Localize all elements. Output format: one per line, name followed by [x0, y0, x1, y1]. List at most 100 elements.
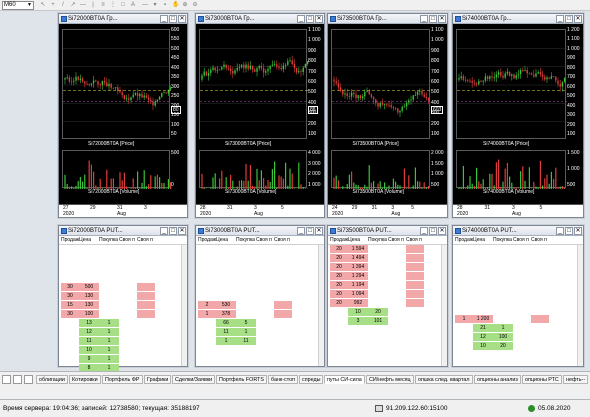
window-title-bar[interactable]: Si72000BT0A PUT... _□✕ — [59, 226, 187, 236]
maximize-button[interactable]: □ — [169, 15, 177, 23]
bid-price-cell[interactable]: 11 — [216, 328, 236, 336]
maximize-button[interactable]: □ — [429, 227, 437, 235]
pointer-icon[interactable]: ↖ — [40, 2, 46, 8]
ask-volume-cell[interactable]: 20 — [330, 272, 348, 280]
price-plot[interactable] — [456, 29, 566, 139]
column-header[interactable]: Цена — [79, 236, 91, 245]
volume-plot[interactable] — [456, 150, 566, 188]
vertical-scrollbar[interactable] — [181, 245, 187, 366]
tab-4[interactable]: Сделки/Заявки — [172, 375, 215, 384]
bid-volume-cell[interactable]: 20 — [368, 308, 388, 316]
maximize-button[interactable]: □ — [306, 15, 314, 23]
ask-volume-cell[interactable]: 15 — [61, 301, 79, 309]
window-title-bar[interactable]: Si73000BT0A PUT... _□✕ — [196, 226, 324, 236]
close-button[interactable]: ✕ — [315, 227, 323, 235]
minimize-button[interactable]: _ — [297, 227, 305, 235]
own-order-cell[interactable] — [406, 290, 424, 298]
line-style-icon[interactable]: — — [142, 2, 148, 8]
own-order-cell[interactable] — [406, 272, 424, 280]
tab-8[interactable]: путы СИ-сила — [324, 375, 365, 384]
own-order-cell[interactable] — [531, 315, 549, 323]
bid-volume-cell[interactable]: 20 — [493, 342, 513, 350]
ask-price-cell[interactable]: 530 — [216, 301, 236, 309]
column-header[interactable]: Цена — [473, 236, 485, 245]
column-header[interactable]: Своя п — [513, 236, 529, 245]
bid-volume-cell[interactable]: 11 — [236, 337, 256, 345]
bid-volume-cell[interactable]: 5 — [236, 319, 256, 327]
bid-price-cell[interactable]: 10 — [473, 342, 493, 350]
own-order-cell[interactable] — [406, 263, 424, 271]
ask-price-cell[interactable]: 130 — [79, 292, 99, 300]
column-header[interactable]: Покупка — [99, 236, 118, 245]
chart-body[interactable]: 1 1001 00090080070060050040030020010088S… — [196, 24, 324, 217]
timeframe-select[interactable]: M60▼ — [2, 1, 34, 10]
maximize-button[interactable]: □ — [565, 15, 573, 23]
bid-price-cell[interactable]: 3 — [348, 317, 368, 325]
ask-volume-cell[interactable]: 1 — [455, 315, 473, 323]
orderbook-rows[interactable]: 25301378665111111 — [196, 245, 324, 366]
bid-price-cell[interactable]: 66 — [216, 319, 236, 327]
ask-volume-cell[interactable]: 20 — [330, 263, 348, 271]
tab-6[interactable]: банк-стоп — [268, 375, 298, 384]
orderbook-window[interactable]: Si74000BT0A PUT... _□✕ ПродажЦенаПокупка… — [452, 225, 584, 367]
tab-5[interactable]: Портфель FORTS — [216, 375, 267, 384]
minimize-button[interactable]: _ — [556, 227, 564, 235]
bid-volume-cell[interactable]: 100 — [493, 333, 513, 341]
vertical-scrollbar[interactable] — [318, 245, 324, 366]
chart-body[interactable]: 1 1001 000900800700600500400300200100603… — [328, 24, 447, 217]
ask-price-cell[interactable]: 1 294 — [348, 272, 368, 280]
bid-volume-cell[interactable]: 1 — [493, 324, 513, 332]
maximize-button[interactable]: □ — [565, 227, 573, 235]
bid-volume-cell[interactable]: 101 — [368, 317, 388, 325]
tab-9[interactable]: СИ/нефть месяц — [366, 375, 414, 384]
close-button[interactable]: ✕ — [178, 227, 186, 235]
vertical-scrollbar[interactable] — [577, 245, 583, 366]
vertical-scrollbar[interactable] — [441, 245, 447, 366]
ask-price-cell[interactable]: 1 094 — [348, 290, 368, 298]
bid-price-cell[interactable]: 10 — [348, 308, 368, 316]
ask-volume-cell[interactable]: 30 — [61, 310, 79, 318]
orderbook-rows[interactable]: 11 200211121001020 — [453, 245, 583, 366]
column-header[interactable]: Продаж — [455, 236, 473, 245]
column-header[interactable]: Своя п — [274, 236, 290, 245]
own-order-cell[interactable] — [137, 292, 155, 300]
column-header[interactable]: Своя п — [256, 236, 272, 245]
own-order-cell[interactable] — [406, 254, 424, 262]
own-order-cell[interactable] — [274, 310, 292, 318]
orderbook-rows[interactable]: 201 594201 494201 394201 294201 194201 0… — [328, 245, 447, 366]
tab-13[interactable]: нефть-- — [563, 375, 588, 384]
own-order-cell[interactable] — [137, 310, 155, 318]
chart-window[interactable]: Si72000BT0A Гр... _□✕ 600550500450400350… — [58, 13, 188, 218]
own-order-cell[interactable] — [274, 301, 292, 309]
tab-1[interactable]: Котировки — [69, 375, 101, 384]
ask-volume-cell[interactable]: 20 — [330, 254, 348, 262]
close-button[interactable]: ✕ — [574, 227, 582, 235]
dropdown-icon[interactable]: ▾ — [152, 2, 158, 8]
chart-window[interactable]: Si73000BT0A Гр... _□✕ 1 1001 00090080070… — [195, 13, 325, 218]
ask-price-cell[interactable]: 1 194 — [348, 281, 368, 289]
bid-volume-cell[interactable]: 1 — [99, 355, 119, 363]
column-header[interactable]: Своя п — [119, 236, 135, 245]
line-tool-icon[interactable]: / — [60, 2, 66, 8]
bid-price-cell[interactable]: 11 — [79, 337, 99, 345]
column-header[interactable]: Своя п — [388, 236, 404, 245]
close-button[interactable]: ✕ — [438, 15, 446, 23]
window-title-bar[interactable]: Si73500BT0A PUT... _□✕ — [328, 226, 447, 236]
own-order-cell[interactable] — [406, 299, 424, 307]
tab-nav-icon[interactable] — [24, 375, 33, 384]
ask-price-cell[interactable]: 500 — [79, 283, 99, 291]
close-button[interactable]: ✕ — [438, 227, 446, 235]
window-title-bar[interactable]: Si73000BT0A Гр... _□✕ — [196, 14, 324, 24]
own-order-cell[interactable] — [137, 283, 155, 291]
bid-price-cell[interactable]: 12 — [473, 333, 493, 341]
ask-price-cell[interactable]: 378 — [216, 310, 236, 318]
ask-price-cell[interactable]: 1 200 — [473, 315, 493, 323]
tab-3[interactable]: Графики — [144, 375, 171, 384]
ask-volume-cell[interactable]: 30 — [61, 283, 79, 291]
bid-price-cell[interactable]: 10 — [79, 346, 99, 354]
minimize-button[interactable]: _ — [297, 15, 305, 23]
tab-nav-icon[interactable] — [2, 375, 11, 384]
price-plot[interactable] — [331, 29, 430, 139]
crosshair-icon[interactable]: + — [50, 2, 56, 8]
column-header[interactable]: Цена — [348, 236, 360, 245]
